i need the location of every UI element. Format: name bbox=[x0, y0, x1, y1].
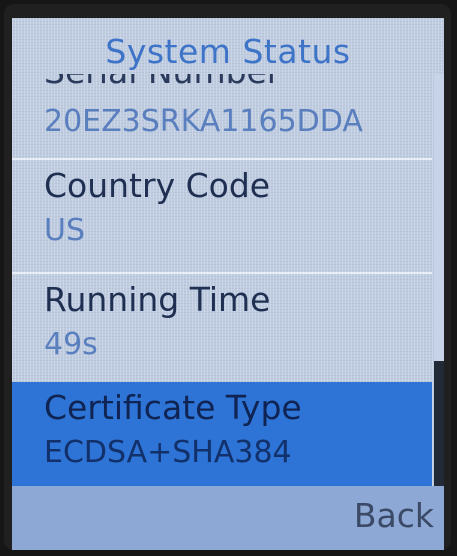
list-item-value: 20EZ3SRKA1165DDA bbox=[44, 104, 363, 139]
phone-screen: System Status Serial Number 20EZ3SRKA116… bbox=[12, 18, 444, 550]
list-item-value: ECDSA+SHA384 bbox=[44, 435, 292, 470]
list-item-running-time[interactable]: Running Time 49s bbox=[12, 274, 432, 387]
status-list[interactable]: Serial Number 20EZ3SRKA1165DDA Country C… bbox=[12, 74, 432, 486]
list-item-country-code[interactable]: Country Code US bbox=[12, 160, 432, 273]
device-bezel: System Status Serial Number 20EZ3SRKA116… bbox=[0, 0, 457, 556]
list-item-label: Certificate Type bbox=[44, 388, 302, 427]
scrollbar-thumb[interactable] bbox=[434, 361, 444, 486]
list-item-value: US bbox=[44, 213, 86, 248]
page-title: System Status bbox=[105, 32, 351, 71]
list-item-label: Serial Number bbox=[44, 74, 280, 91]
list-item-certificate-type[interactable]: Certificate Type ECDSA+SHA384 bbox=[12, 382, 432, 486]
list-item-label: Country Code bbox=[44, 166, 271, 205]
softkey-bar: Back bbox=[12, 486, 444, 550]
list-item-label: Running Time bbox=[44, 280, 271, 319]
list-item-value: 49s bbox=[44, 327, 98, 362]
back-button[interactable]: Back bbox=[354, 496, 434, 535]
